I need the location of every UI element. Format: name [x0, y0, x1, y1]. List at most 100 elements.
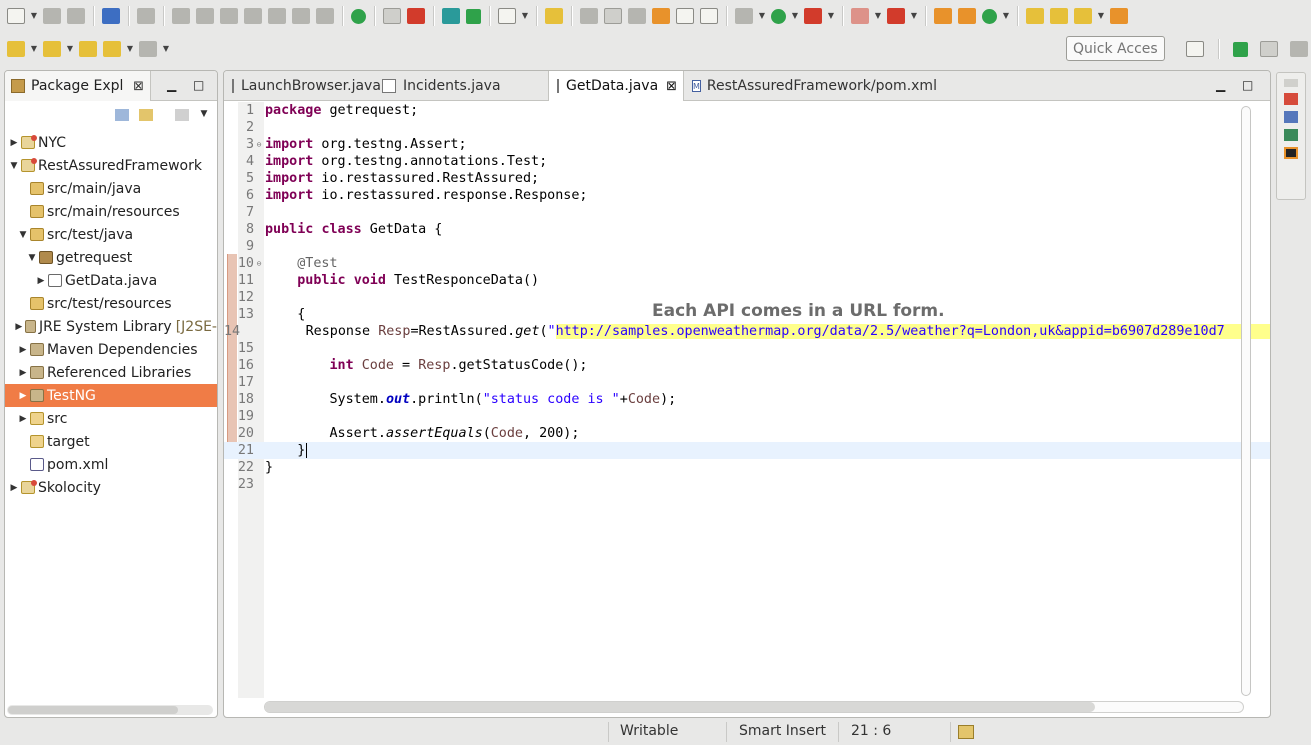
tab-pom-xml[interactable]: M RestAssuredFramework/pom.xml: [684, 71, 944, 101]
step-over-icon[interactable]: [292, 8, 310, 24]
tree-item[interactable]: ▶ Skolocity: [5, 476, 217, 499]
external-tools-icon[interactable]: [887, 8, 905, 24]
horizontal-scrollbar[interactable]: [264, 701, 1244, 713]
toggle-block-selection-icon[interactable]: [383, 8, 401, 24]
tab-getdata-java[interactable]: GetData.java ⊠: [548, 71, 684, 101]
tab-incidents-java[interactable]: Incidents.java: [374, 71, 548, 101]
disconnect-icon[interactable]: [244, 8, 262, 24]
tree-item[interactable]: ▶ GetData.java: [5, 269, 217, 292]
forward-dropdown-icon[interactable]: ▼: [162, 41, 170, 57]
debug-perspective-icon[interactable]: [1290, 41, 1308, 57]
show-source-icon[interactable]: [676, 8, 694, 24]
checklist-icon[interactable]: [498, 8, 516, 24]
open-type-icon[interactable]: [1026, 8, 1044, 24]
expand-arrow-icon[interactable]: ▶: [9, 483, 19, 493]
new-class-wizard-icon[interactable]: [982, 8, 997, 24]
tree-item[interactable]: ▶ TestNG: [5, 384, 217, 407]
power-icon[interactable]: [351, 8, 366, 24]
expand-arrow-icon[interactable]: ▶: [18, 391, 28, 401]
back-dropdown-icon[interactable]: ▼: [126, 41, 134, 57]
open-task-icon[interactable]: [1050, 8, 1068, 24]
expand-arrow-icon[interactable]: ▶: [18, 345, 28, 355]
focus-icon[interactable]: [175, 109, 189, 121]
coverage-icon[interactable]: [804, 8, 822, 24]
java-perspective-icon[interactable]: [1260, 41, 1278, 57]
tree-item[interactable]: pom.xml: [5, 453, 217, 476]
scrollbar-track[interactable]: [1241, 106, 1251, 696]
tree-item[interactable]: src/test/resources: [5, 292, 217, 315]
stop-icon[interactable]: [851, 8, 869, 24]
stop-dropdown-icon[interactable]: ▼: [874, 8, 882, 24]
last-edit-location-icon[interactable]: [79, 41, 97, 57]
horizontal-scrollbar[interactable]: [7, 705, 213, 715]
close-icon[interactable]: ⊠: [133, 79, 144, 94]
java-ee-perspective-icon[interactable]: [1233, 41, 1248, 57]
collapse-all-icon[interactable]: [115, 109, 129, 121]
tree-item[interactable]: target: [5, 430, 217, 453]
javadoc-icon[interactable]: [1284, 111, 1298, 123]
debug-dropdown-icon[interactable]: ▼: [758, 8, 766, 24]
expand-arrow-icon[interactable]: ▶: [15, 322, 23, 332]
collapse-arrow-icon[interactable]: ▼: [9, 161, 19, 171]
step-return-icon[interactable]: [316, 8, 334, 24]
close-icon[interactable]: ⊠: [666, 79, 677, 94]
expand-arrow-icon[interactable]: ▶: [18, 414, 28, 424]
new-java-project-icon[interactable]: [934, 8, 952, 24]
expand-arrow-icon[interactable]: ▶: [9, 138, 19, 148]
word-wrap-icon[interactable]: [628, 8, 646, 24]
expand-arrow-icon[interactable]: ▶: [36, 276, 46, 286]
quick-access-input[interactable]: [1066, 36, 1165, 61]
paragraph-icon[interactable]: [700, 8, 718, 24]
tree-item[interactable]: ▶ NYC: [5, 131, 217, 154]
console-icon[interactable]: [1284, 147, 1298, 159]
declaration-icon[interactable]: [1284, 129, 1298, 141]
minimize-icon[interactable]: ▁: [1216, 78, 1225, 92]
resume-icon[interactable]: [172, 8, 190, 24]
fold-toggle-icon[interactable]: ⊖: [254, 140, 264, 149]
maximize-icon[interactable]: □: [1242, 78, 1253, 92]
collapse-arrow-icon[interactable]: ▼: [18, 230, 28, 240]
vertical-scrollbar[interactable]: [1240, 102, 1252, 702]
tree-item[interactable]: ▶ Maven Dependencies: [5, 338, 217, 361]
checklist-dropdown-icon[interactable]: ▼: [521, 8, 529, 24]
code-editor[interactable]: 1 package getrequest; 2 3 ⊖ import org.test…: [224, 102, 1270, 702]
next-annotation-dropdown-icon[interactable]: ▼: [30, 41, 38, 57]
run-icon[interactable]: [771, 8, 786, 24]
scrollbar-thumb[interactable]: [8, 706, 178, 714]
tree-item[interactable]: ▼ getrequest: [5, 246, 217, 269]
edit-icon[interactable]: [1110, 8, 1128, 24]
tree-item[interactable]: src/main/resources: [5, 200, 217, 223]
problems-icon[interactable]: [1284, 93, 1298, 105]
forward-icon[interactable]: [139, 41, 157, 57]
tab-launchbrowser-java[interactable]: LaunchBrowser.java: [224, 71, 381, 101]
new-package-icon[interactable]: [958, 8, 976, 24]
next-annotation-icon[interactable]: [7, 41, 25, 57]
tree-item[interactable]: ▼ RestAssuredFramework: [5, 154, 217, 177]
debug-icon[interactable]: [735, 8, 753, 24]
maximize-icon[interactable]: □: [193, 78, 204, 92]
android-sdk-icon[interactable]: [466, 8, 481, 24]
heap-status-icon[interactable]: [958, 725, 974, 739]
new-class-dropdown-icon[interactable]: ▼: [1002, 8, 1010, 24]
new-dropdown-icon[interactable]: ▼: [30, 8, 38, 24]
tree-item[interactable]: ▶ src: [5, 407, 217, 430]
suspend-icon[interactable]: [196, 8, 214, 24]
tree-item[interactable]: src/main/java: [5, 177, 217, 200]
collapse-arrow-icon[interactable]: ▼: [27, 253, 37, 263]
annotation-icon[interactable]: [652, 8, 670, 24]
expand-arrow-icon[interactable]: ▶: [18, 368, 28, 378]
link-with-editor-icon[interactable]: [139, 109, 153, 121]
scrollbar-thumb[interactable]: [265, 702, 1095, 712]
minimize-icon[interactable]: ▁: [167, 78, 176, 92]
tab-package-explorer[interactable]: Package Expl ⊠: [5, 71, 151, 101]
skip-breakpoints-icon[interactable]: [137, 8, 155, 24]
search-dropdown-icon[interactable]: ▼: [1097, 8, 1105, 24]
save-icon[interactable]: [43, 8, 61, 24]
new-class-icon[interactable]: [545, 8, 563, 24]
pin-icon[interactable]: [580, 8, 598, 24]
new-file-icon[interactable]: [7, 8, 25, 24]
previous-annotation-dropdown-icon[interactable]: ▼: [66, 41, 74, 57]
tree-item[interactable]: ▼ src/test/java: [5, 223, 217, 246]
download-icon[interactable]: [442, 8, 460, 24]
back-icon[interactable]: [103, 41, 121, 57]
